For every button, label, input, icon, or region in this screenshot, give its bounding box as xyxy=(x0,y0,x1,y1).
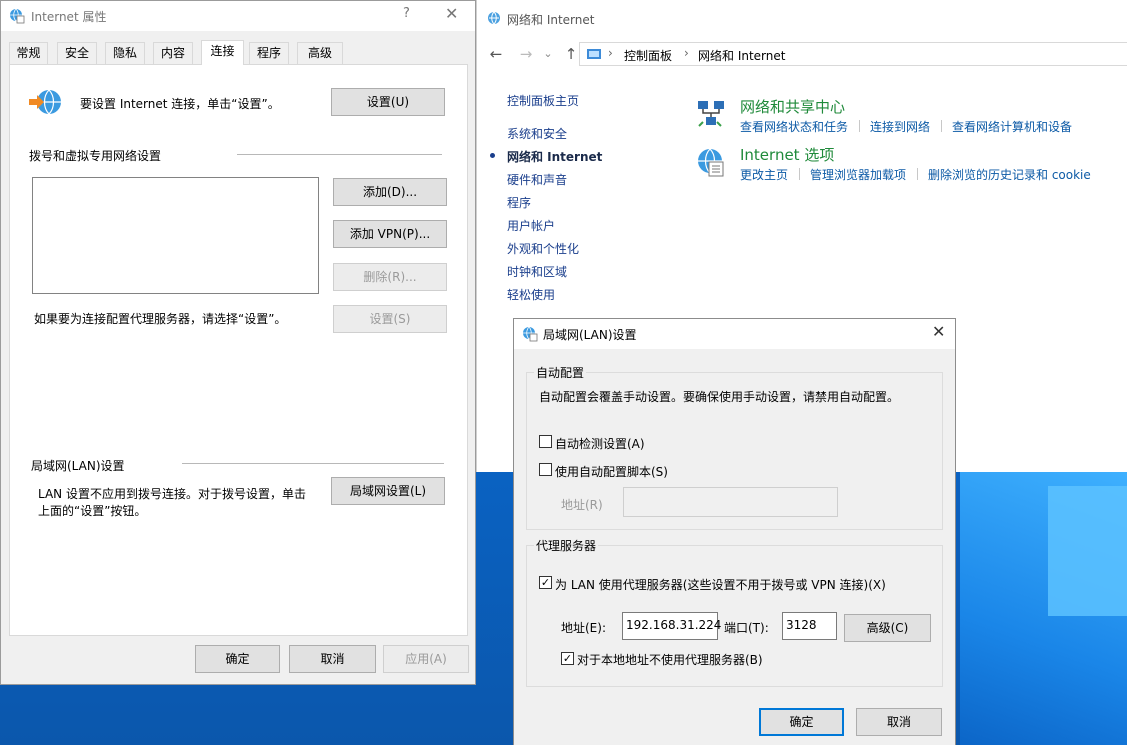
script-address-label: 地址(R) xyxy=(561,498,603,512)
use-script-label[interactable]: 使用自动配置脚本(S) xyxy=(555,463,668,480)
setup-instruction: 要设置 Internet 连接，单击“设置”。 xyxy=(80,97,280,111)
advanced-button[interactable]: 高级(C) xyxy=(844,614,931,642)
link-divider xyxy=(799,168,800,180)
link-delete-history[interactable]: 删除浏览的历史记录和 cookie xyxy=(928,166,1091,183)
proxy-hint-text: 如果要为连接配置代理服务器，请选择“设置”。 xyxy=(34,312,287,326)
control-panel-titlebar: 网络和 Internet xyxy=(477,0,1127,36)
bypass-local-label[interactable]: 对于本地地址不使用代理服务器(B) xyxy=(577,651,763,668)
sidebar-item-network-internet[interactable]: 网络和 Internet xyxy=(490,148,603,165)
wallpaper-window-pane xyxy=(1048,486,1127,616)
proxy-address-input[interactable]: 192.168.31.224 xyxy=(622,612,721,640)
group-label: 代理服务器 xyxy=(534,537,599,554)
sidebar-item-hardware-sound[interactable]: 硬件和声音 xyxy=(507,171,567,188)
proxy-address-label: 地址(E): xyxy=(561,621,606,635)
ok-button[interactable]: 确定 xyxy=(759,708,844,736)
cancel-button[interactable]: 取消 xyxy=(856,708,942,736)
tab-general[interactable]: 常规 xyxy=(9,42,48,64)
link-view-network-status[interactable]: 查看网络状态和任务 xyxy=(740,118,848,135)
cancel-button[interactable]: 取消 xyxy=(289,645,376,673)
navigation-bar: ← → ⌄ ↑ › 控制面板 › 网络和 Internet xyxy=(477,36,1127,72)
lan-description-line1: LAN 设置不应用到拨号连接。对于拨号设置，单击 xyxy=(38,487,306,501)
lan-section-label: 局域网(LAN)设置 xyxy=(31,459,125,473)
control-panel-icon xyxy=(587,49,601,59)
proxy-port-input[interactable]: 3128 xyxy=(782,612,837,640)
up-arrow-icon[interactable]: ↑ xyxy=(562,45,580,63)
lan-description-line2: 上面的“设置”按钮。 xyxy=(38,504,147,518)
section-divider xyxy=(182,463,444,464)
lan-settings-button[interactable]: 局域网设置(L) xyxy=(331,477,445,505)
window-title: 网络和 Internet xyxy=(507,13,595,27)
breadcrumb-control-panel[interactable]: 控制面板 xyxy=(624,47,672,64)
section-divider xyxy=(237,154,442,155)
breadcrumb-separator: › xyxy=(684,46,689,60)
dialog-title: 局域网(LAN)设置 xyxy=(543,328,637,342)
internet-options-icon xyxy=(10,8,25,24)
breadcrumb-network-internet[interactable]: 网络和 Internet xyxy=(698,47,785,64)
bypass-local-checkbox[interactable]: ✓ xyxy=(561,652,574,665)
link-divider xyxy=(859,120,860,132)
network-globe-icon xyxy=(488,11,500,25)
forward-arrow-icon[interactable]: → xyxy=(517,45,535,63)
setup-button[interactable]: 设置(U) xyxy=(331,88,445,116)
category-title[interactable]: 网络和共享中心 xyxy=(740,96,845,117)
link-manage-addons[interactable]: 管理浏览器加载项 xyxy=(810,166,906,183)
lan-settings-dialog: 局域网(LAN)设置 ✕ 自动配置 自动配置会覆盖手动设置。要确保使用手动设置，… xyxy=(513,318,956,745)
settings-button[interactable]: 设置(S) xyxy=(333,305,447,333)
connections-list[interactable] xyxy=(32,177,319,294)
use-proxy-checkbox[interactable]: ✓ xyxy=(539,576,552,589)
ok-button[interactable]: 确定 xyxy=(195,645,280,673)
internet-properties-dialog: Internet 属性 ? ✕ 常规 安全 隐私 内容 连接 程序 高级 要设置… xyxy=(0,0,476,685)
sidebar-item-system-security[interactable]: 系统和安全 xyxy=(507,125,567,142)
delete-button[interactable]: 删除(R)... xyxy=(333,263,447,291)
dialog-title: Internet 属性 xyxy=(31,10,107,24)
apply-button[interactable]: 应用(A) xyxy=(383,645,469,673)
add-vpn-button[interactable]: 添加 VPN(P)... xyxy=(333,220,447,248)
auto-detect-checkbox[interactable] xyxy=(539,435,552,448)
link-divider xyxy=(917,168,918,180)
tab-advanced[interactable]: 高级 xyxy=(297,42,343,64)
link-connect-to-network[interactable]: 连接到网络 xyxy=(870,118,930,135)
tab-security[interactable]: 安全 xyxy=(57,42,97,64)
sidebar-item-clock-region[interactable]: 时钟和区域 xyxy=(507,263,567,280)
help-button[interactable]: ? xyxy=(403,6,410,21)
network-sharing-icon xyxy=(698,101,724,127)
tab-programs[interactable]: 程序 xyxy=(249,42,289,64)
internet-options-icon xyxy=(523,326,538,342)
dialog-titlebar: Internet 属性 ? ✕ xyxy=(1,1,475,31)
back-arrow-icon[interactable]: ← xyxy=(487,45,505,63)
proxy-port-label: 端口(T): xyxy=(724,621,769,635)
sidebar-item-ease-of-access[interactable]: 轻松使用 xyxy=(507,286,555,303)
sidebar-item-appearance[interactable]: 外观和个性化 xyxy=(507,240,579,257)
dialog-titlebar: 局域网(LAN)设置 ✕ xyxy=(514,319,955,349)
group-label: 自动配置 xyxy=(534,364,587,381)
active-bullet xyxy=(490,153,495,158)
dial-vpn-section-label: 拨号和虚拟专用网络设置 xyxy=(29,149,162,163)
connections-tab-panel: 要设置 Internet 连接，单击“设置”。 设置(U) 拨号和虚拟专用网络设… xyxy=(9,64,468,636)
sidebar-item-user-accounts[interactable]: 用户帐户 xyxy=(507,217,555,234)
category-title[interactable]: Internet 选项 xyxy=(740,144,834,165)
script-address-input[interactable] xyxy=(623,487,838,517)
add-button[interactable]: 添加(D)... xyxy=(333,178,447,206)
use-script-checkbox[interactable] xyxy=(539,463,552,476)
sidebar-item-label: 网络和 Internet xyxy=(507,150,603,164)
auto-config-description: 自动配置会覆盖手动设置。要确保使用手动设置，请禁用自动配置。 xyxy=(539,390,900,404)
link-change-homepage[interactable]: 更改主页 xyxy=(740,166,788,183)
close-icon[interactable]: ✕ xyxy=(445,4,458,23)
internet-options-icon xyxy=(698,148,724,177)
use-proxy-label[interactable]: 为 LAN 使用代理服务器(这些设置不用于拨号或 VPN 连接)(X) xyxy=(555,576,886,593)
sidebar-home-link[interactable]: 控制面板主页 xyxy=(507,92,579,109)
auto-detect-label[interactable]: 自动检测设置(A) xyxy=(555,435,645,452)
breadcrumb-separator: › xyxy=(608,46,613,60)
close-icon[interactable]: ✕ xyxy=(932,322,945,341)
sidebar-item-programs[interactable]: 程序 xyxy=(507,194,531,211)
tab-privacy[interactable]: 隐私 xyxy=(105,42,145,64)
tab-content[interactable]: 内容 xyxy=(153,42,193,64)
internet-connection-icon xyxy=(29,89,61,115)
link-view-network-computers[interactable]: 查看网络计算机和设备 xyxy=(952,118,1072,135)
link-divider xyxy=(941,120,942,132)
recent-dropdown-icon[interactable]: ⌄ xyxy=(539,45,557,63)
tab-connections[interactable]: 连接 xyxy=(201,40,244,65)
address-bar[interactable]: › 控制面板 › 网络和 Internet xyxy=(579,42,1127,66)
